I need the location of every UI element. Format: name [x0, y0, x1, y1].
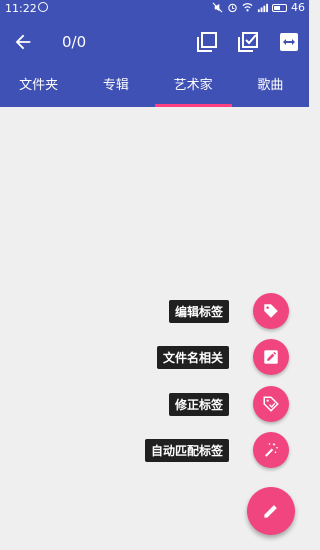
- tab-folders[interactable]: 文件夹: [0, 67, 77, 107]
- fix-tags-button[interactable]: [253, 386, 289, 422]
- select-all-icon[interactable]: [195, 30, 219, 54]
- fab-menu-item-filename[interactable]: 文件名相关: [156, 338, 289, 376]
- fab-label[interactable]: 修正标签: [168, 392, 229, 416]
- toolbar: 0/0: [0, 17, 309, 67]
- wifi-icon: [242, 3, 253, 12]
- swap-horizontal-icon[interactable]: [277, 30, 301, 54]
- edit-tags-button[interactable]: [253, 293, 289, 329]
- auto-match-button[interactable]: [253, 432, 289, 468]
- alarm-icon: [228, 3, 237, 13]
- tab-bar: 文件夹 专辑 艺术家 歌曲: [0, 67, 309, 107]
- fab-label[interactable]: 编辑标签: [168, 299, 229, 323]
- edit-fab[interactable]: [247, 487, 295, 535]
- status-time: 11:22: [5, 2, 37, 15]
- fab-label[interactable]: 自动匹配标签: [144, 438, 229, 462]
- tab-albums[interactable]: 专辑: [77, 67, 154, 107]
- battery-level: 46: [291, 1, 305, 14]
- signal-icon: [257, 3, 268, 13]
- check-circle-icon: [38, 2, 48, 12]
- filename-button[interactable]: [253, 339, 289, 375]
- fab-menu-item-auto-match[interactable]: 自动匹配标签: [144, 431, 289, 469]
- magic-wand-icon: [265, 443, 278, 457]
- status-bar: 11:22 46: [0, 0, 309, 17]
- pencil-icon: [264, 505, 277, 518]
- status-icons: 46: [212, 1, 305, 14]
- selection-count: 0/0: [62, 33, 87, 51]
- fab-menu-item-edit-tags[interactable]: 编辑标签: [168, 292, 289, 330]
- fab-menu-item-fix-tags[interactable]: 修正标签: [168, 385, 289, 423]
- app-bar: 11:22 46 0/0 文件夹 专辑 艺术家 歌曲: [0, 0, 309, 107]
- tab-songs[interactable]: 歌曲: [232, 67, 309, 107]
- fab-label[interactable]: 文件名相关: [156, 345, 229, 369]
- back-arrow-icon[interactable]: [12, 31, 34, 53]
- tag-fix-icon: [263, 396, 279, 412]
- edit-box-icon: [264, 350, 278, 364]
- select-checked-icon[interactable]: [236, 30, 260, 54]
- battery-icon: [272, 3, 287, 12]
- mute-icon: [212, 2, 223, 13]
- tag-icon: [264, 304, 278, 318]
- tab-artists[interactable]: 艺术家: [154, 67, 233, 107]
